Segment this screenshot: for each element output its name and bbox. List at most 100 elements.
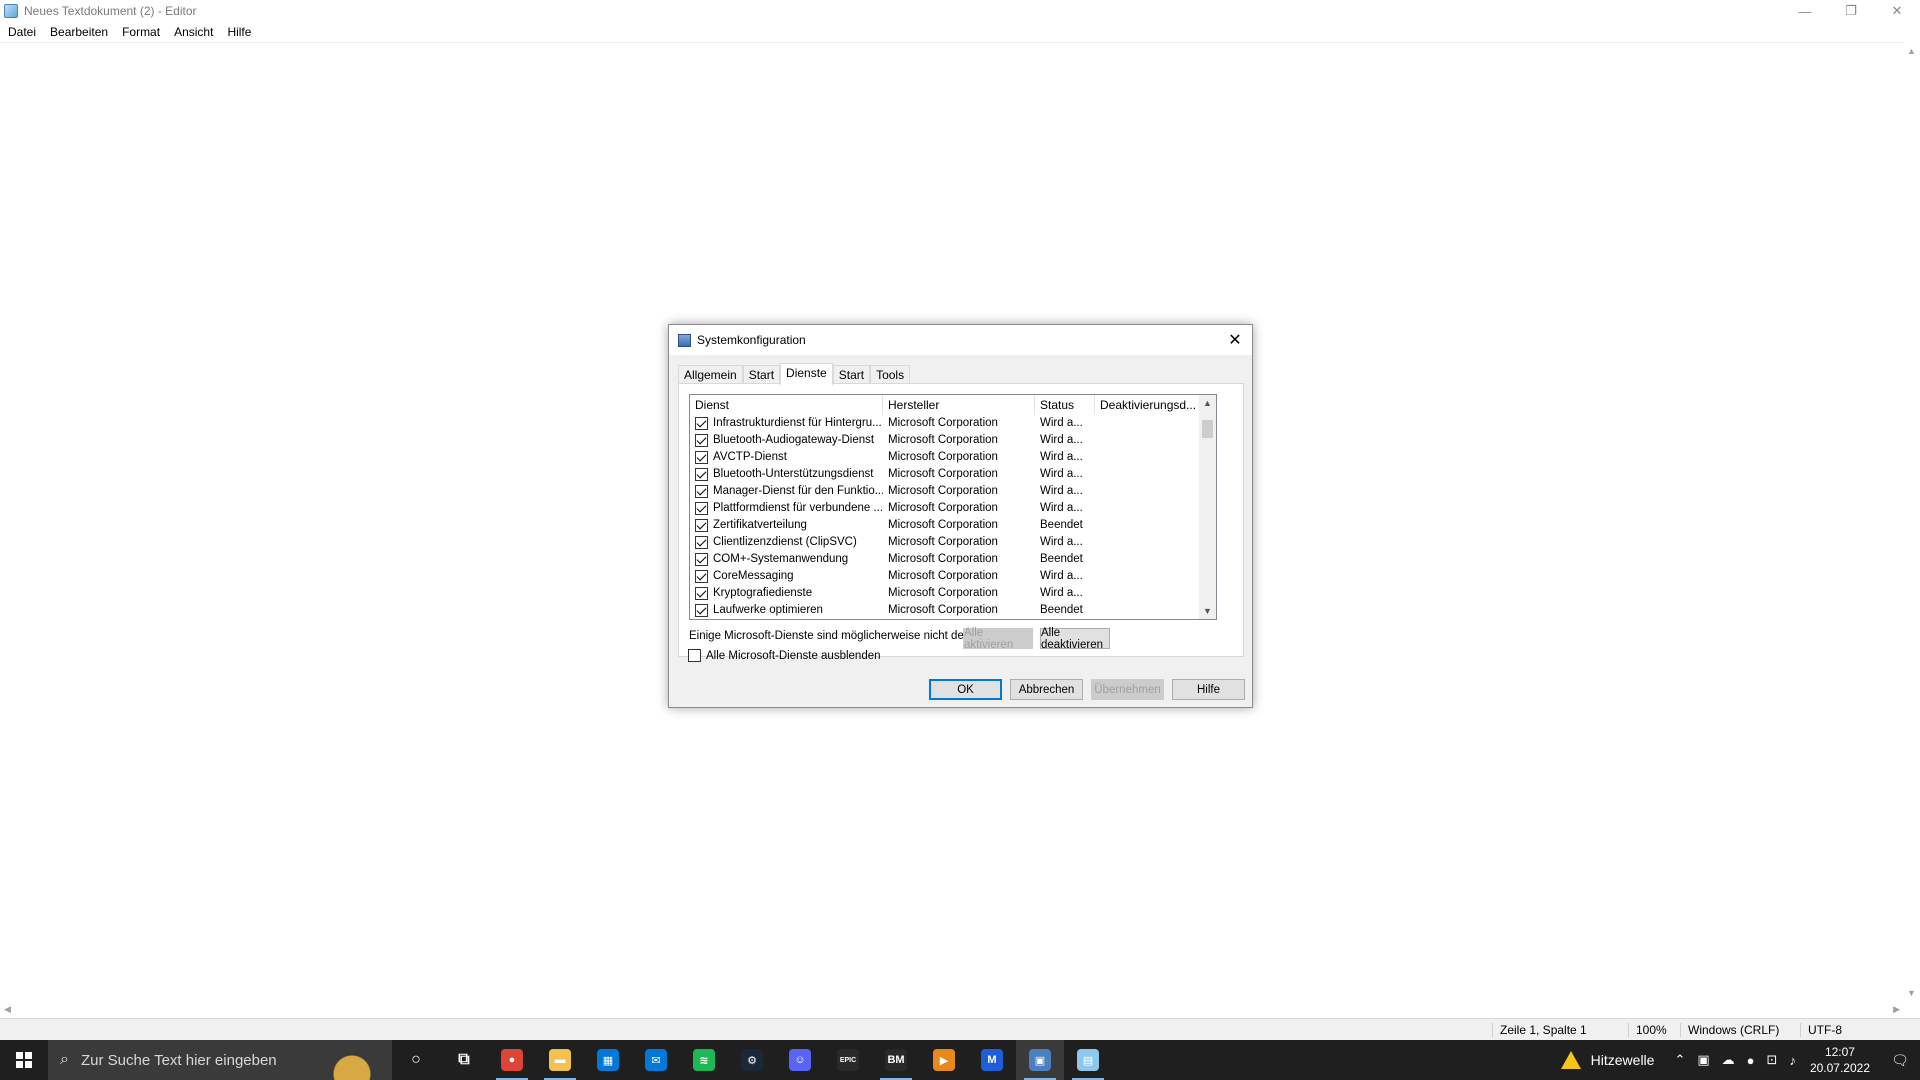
- enable-all-button[interactable]: Alle aktivieren: [963, 627, 1033, 651]
- table-row[interactable]: Manager-Dienst für den Funktio... Microso…: [690, 483, 1200, 500]
- service-checkbox[interactable]: [695, 417, 708, 430]
- service-checkbox[interactable]: [695, 451, 708, 464]
- editor-horizontal-scrollbar[interactable]: ◀ ▶: [0, 1002, 1904, 1018]
- minimize-button[interactable]: —: [1782, 0, 1828, 22]
- menu-ansicht[interactable]: Ansicht: [166, 25, 219, 39]
- dialog-close-icon[interactable]: ✕: [1224, 329, 1246, 351]
- ok-button[interactable]: OK: [929, 679, 1002, 700]
- table-row[interactable]: Bluetooth-Audiogateway-Dienst Microsoft C…: [690, 432, 1200, 449]
- service-name: Zertifikatverteilung: [713, 519, 807, 531]
- hide-ms-checkbox[interactable]: [688, 649, 701, 662]
- meet-now-icon[interactable]: ▣: [1697, 1052, 1709, 1068]
- service-checkbox[interactable]: [695, 468, 708, 481]
- scroll-left-icon[interactable]: ◀: [4, 1004, 11, 1015]
- taskbar-app-button[interactable]: ≋: [680, 1040, 728, 1080]
- table-row[interactable]: Plattformdienst für verbundene ... Micros…: [690, 500, 1200, 517]
- tab-allgemein[interactable]: Allgemein: [678, 365, 743, 384]
- volume-icon[interactable]: ♪: [1789, 1053, 1796, 1068]
- column-header-dienst[interactable]: Dienst: [690, 395, 883, 415]
- table-row[interactable]: CoreMessaging Microsoft Corporation Wird a…: [690, 568, 1200, 585]
- taskbar-app-button[interactable]: ●: [488, 1040, 536, 1080]
- network-icon[interactable]: ⊡: [1767, 1052, 1778, 1068]
- tab-tools[interactable]: Tools: [870, 365, 911, 384]
- column-header-hersteller[interactable]: Hersteller: [883, 395, 1035, 415]
- start-button[interactable]: [0, 1040, 48, 1080]
- tab-start-1[interactable]: Start: [742, 365, 781, 384]
- help-button[interactable]: Hilfe: [1172, 679, 1245, 700]
- chevron-down-icon[interactable]: ▼: [1203, 606, 1212, 616]
- notification-center-icon[interactable]: 🗨: [1880, 1040, 1920, 1080]
- clock[interactable]: 12:07 20.07.2022: [1810, 1044, 1870, 1076]
- service-name: CoreMessaging: [713, 570, 794, 582]
- status-cell: Beendet: [1040, 604, 1083, 616]
- service-checkbox[interactable]: [695, 485, 708, 498]
- taskbar-app-button[interactable]: ▦: [584, 1040, 632, 1080]
- tab-dienste[interactable]: Dienste: [780, 363, 833, 385]
- table-row[interactable]: Infrastrukturdienst für Hintergru... Micr…: [690, 415, 1200, 432]
- taskbar-app-button[interactable]: ⧉: [440, 1040, 488, 1080]
- menu-bearbeiten[interactable]: Bearbeiten: [42, 25, 114, 39]
- table-row[interactable]: AVCTP-Dienst Microsoft Corporation Wird a.…: [690, 449, 1200, 466]
- chevron-up-icon[interactable]: ▲: [1203, 398, 1212, 408]
- scroll-up-icon[interactable]: ▲: [1907, 46, 1916, 56]
- service-cell: Manager-Dienst für den Funktio...: [690, 483, 883, 500]
- services-scrollbar[interactable]: ▲ ▼: [1199, 395, 1216, 619]
- service-checkbox[interactable]: [695, 570, 708, 583]
- table-row[interactable]: Zertifikatverteilung Microsoft Corporatio…: [690, 517, 1200, 534]
- close-window-button[interactable]: ✕: [1874, 0, 1920, 22]
- dialog-titlebar: Systemkonfiguration ✕: [669, 325, 1252, 355]
- hide-ms-services-option[interactable]: Alle Microsoft-Dienste ausblenden: [688, 649, 881, 662]
- vendor-cell: Microsoft Corporation: [888, 417, 998, 429]
- column-header-deaktivierungsdatum[interactable]: Deaktivierungsd...: [1095, 395, 1200, 415]
- taskbar-app-button[interactable]: ☺: [776, 1040, 824, 1080]
- steam-icon: ⚙: [741, 1049, 763, 1071]
- cancel-button[interactable]: Abbrechen: [1010, 679, 1083, 700]
- taskbar-app-button[interactable]: ▬: [536, 1040, 584, 1080]
- taskbar-search[interactable]: ⌕ Zur Suche Text hier eingeben: [48, 1040, 392, 1080]
- taskbar-app-button[interactable]: ▣: [1016, 1040, 1064, 1080]
- services-list[interactable]: Dienst Hersteller Status Deaktivierungsd…: [689, 394, 1217, 620]
- taskbar-app-button[interactable]: ○: [392, 1040, 440, 1080]
- column-header-status[interactable]: Status: [1035, 395, 1095, 415]
- editor-vertical-scrollbar[interactable]: ▲ ▼: [1904, 42, 1920, 1002]
- restore-button[interactable]: ❐: [1828, 0, 1874, 22]
- taskbar-app-button[interactable]: ▤: [1064, 1040, 1112, 1080]
- service-checkbox[interactable]: [695, 536, 708, 549]
- deactivation-date-cell: [1095, 449, 1200, 466]
- apply-button[interactable]: Übernehmen: [1091, 679, 1164, 700]
- menu-format[interactable]: Format: [114, 25, 166, 39]
- scroll-right-icon[interactable]: ▶: [1893, 1004, 1900, 1015]
- tab-start-2[interactable]: Start: [832, 365, 871, 384]
- taskbar-app-button[interactable]: BM: [872, 1040, 920, 1080]
- taskbar-app-button[interactable]: ⚙: [728, 1040, 776, 1080]
- file-explorer-icon: ▬: [549, 1049, 571, 1071]
- taskbar-app-button[interactable]: M: [968, 1040, 1016, 1080]
- taskbar-app-button[interactable]: ✉: [632, 1040, 680, 1080]
- scroll-thumb[interactable]: [1202, 420, 1213, 438]
- table-row[interactable]: Laufwerke optimieren Microsoft Corporatio…: [690, 602, 1200, 619]
- hide-ms-label: Alle Microsoft-Dienste ausblenden: [706, 649, 881, 662]
- table-row[interactable]: Kryptografiedienste Microsoft Corporation…: [690, 585, 1200, 602]
- service-checkbox[interactable]: [695, 604, 708, 617]
- service-checkbox[interactable]: [695, 519, 708, 532]
- table-row[interactable]: COM+-Systemanwendung Microsoft Corporatio…: [690, 551, 1200, 568]
- taskbar-app-button[interactable]: EPIC: [824, 1040, 872, 1080]
- onedrive-icon[interactable]: ☁: [1722, 1052, 1735, 1068]
- chevron-up-icon[interactable]: ⌃: [1674, 1052, 1685, 1068]
- table-row[interactable]: Clientlizenzdienst (ClipSVC) Microsoft Co…: [690, 534, 1200, 551]
- service-checkbox[interactable]: [695, 502, 708, 515]
- service-checkbox[interactable]: [695, 587, 708, 600]
- microphone-icon[interactable]: ●: [1747, 1053, 1755, 1068]
- table-row[interactable]: Bluetooth-Unterstützungsdienst Microsoft …: [690, 466, 1200, 483]
- service-checkbox[interactable]: [695, 434, 708, 447]
- disable-all-button[interactable]: Alle deaktivieren: [1040, 627, 1110, 651]
- dialog-title: Systemkonfiguration: [697, 333, 806, 347]
- scroll-down-icon[interactable]: ▼: [1907, 988, 1916, 998]
- service-checkbox[interactable]: [695, 553, 708, 566]
- menu-hilfe[interactable]: Hilfe: [219, 25, 257, 39]
- menu-datei[interactable]: Datei: [0, 25, 42, 39]
- weather-text: Hitzewelle: [1590, 1052, 1655, 1068]
- taskbar-app-button[interactable]: ▶: [920, 1040, 968, 1080]
- weather-widget[interactable]: Hitzewelle: [1560, 1051, 1655, 1069]
- chrome-icon: ●: [501, 1049, 523, 1071]
